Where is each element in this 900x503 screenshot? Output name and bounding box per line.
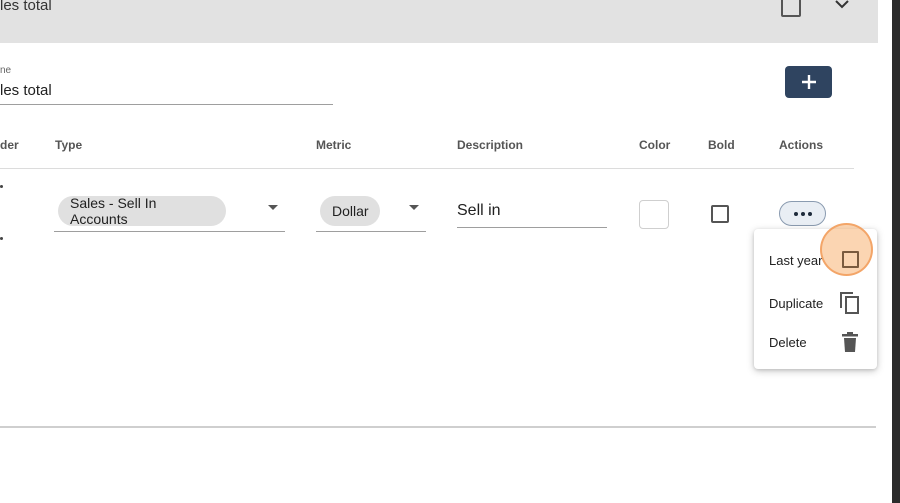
column-header-bold: Bold — [708, 138, 735, 152]
section-header[interactable]: les total — [0, 0, 878, 43]
menu-item-delete[interactable]: Delete — [769, 335, 807, 350]
drag-handle-dot[interactable] — [0, 237, 3, 240]
more-dot — [793, 211, 798, 216]
click-highlight — [820, 223, 873, 276]
color-picker-swatch[interactable] — [639, 200, 669, 229]
last-year-checkbox[interactable] — [842, 251, 859, 268]
row-actions-button[interactable] — [779, 201, 826, 226]
description-input[interactable]: Sell in — [457, 198, 607, 228]
drag-handle-dot[interactable] — [0, 185, 3, 188]
column-header-actions: Actions — [779, 138, 824, 152]
menu-item-last-year[interactable]: Last year — [769, 253, 822, 268]
column-header-type: Type — [55, 138, 83, 152]
metric-chip: Dollar — [320, 196, 380, 226]
chevron-down-icon[interactable] — [832, 0, 852, 12]
section-bottom-divider — [0, 426, 876, 428]
column-header-description: Description — [457, 138, 524, 152]
menu-item-duplicate[interactable]: Duplicate — [769, 296, 823, 311]
more-dot — [800, 211, 805, 216]
type-chip: Sales - Sell In Accounts — [58, 195, 226, 227]
copy-icon[interactable] — [839, 291, 861, 315]
metric-dropdown-caret-icon[interactable] — [409, 205, 419, 210]
bold-checkbox[interactable] — [711, 205, 729, 223]
table-header-divider — [0, 168, 854, 169]
trash-icon[interactable] — [842, 332, 858, 352]
page-gutter — [878, 0, 892, 503]
column-header-metric: Metric — [316, 138, 352, 152]
section-checkbox[interactable] — [781, 0, 801, 17]
column-header-order: der — [0, 138, 19, 152]
type-dropdown-caret-icon[interactable] — [268, 205, 278, 210]
column-header-color: Color — [639, 138, 671, 152]
add-row-button[interactable] — [785, 66, 832, 98]
more-dot — [807, 211, 812, 216]
plus-icon — [801, 75, 816, 89]
name-input[interactable]: les total — [0, 80, 333, 105]
section-title: les total — [0, 0, 52, 14]
name-field-label: ne — [0, 65, 12, 76]
window-edge — [892, 0, 900, 503]
